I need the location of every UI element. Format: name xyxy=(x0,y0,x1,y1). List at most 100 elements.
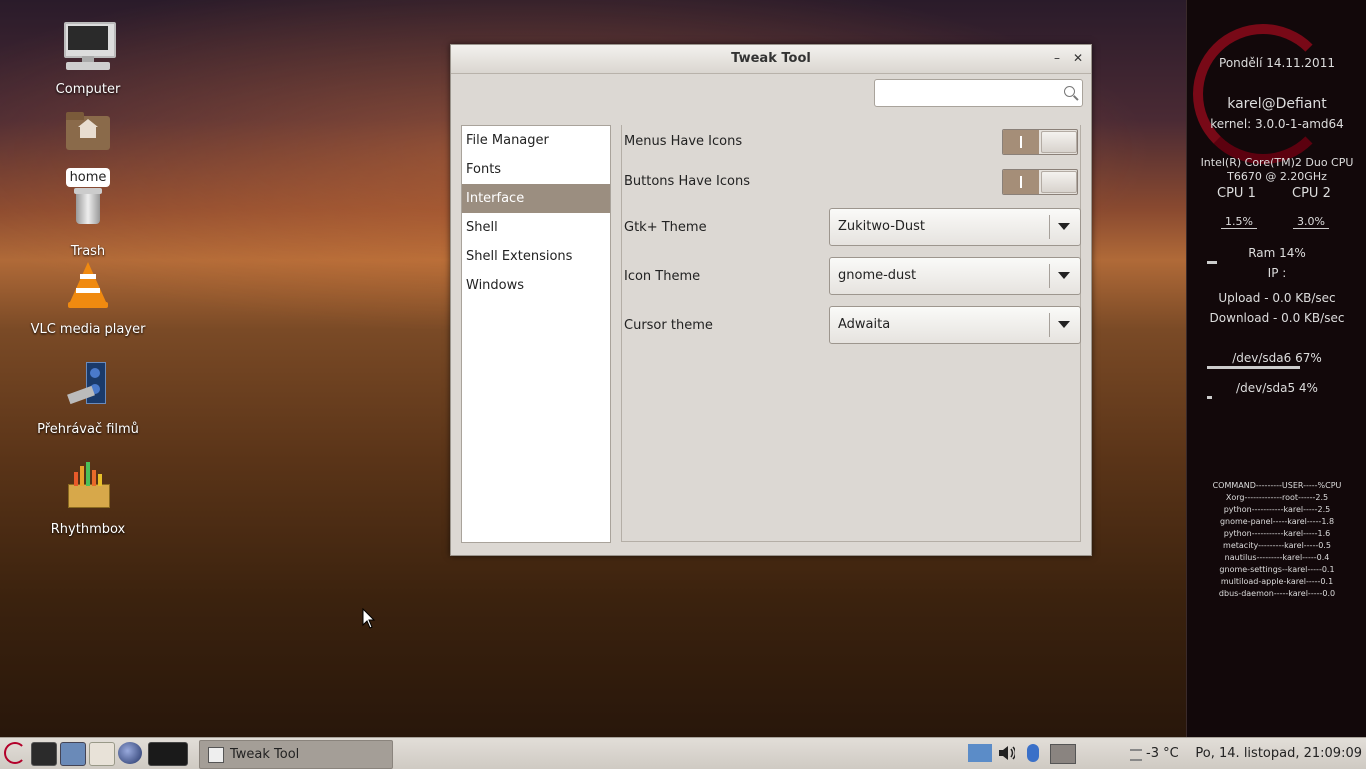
chevron-down-icon xyxy=(1058,321,1070,328)
desktop-icon-rhythmbox[interactable]: Rhythmbox xyxy=(18,462,158,539)
process-header: COMMAND---------USER-----%CPU xyxy=(1212,481,1342,490)
desktop-icon-computer[interactable]: Computer xyxy=(18,22,158,99)
minimize-button[interactable]: – xyxy=(1049,50,1065,66)
setting-row-menus-icons: Menus Have Icons xyxy=(624,129,1079,155)
desktop-icon-vlc[interactable]: VLC media player xyxy=(18,262,158,339)
taskbar-item-tweak-tool[interactable]: Tweak Tool xyxy=(199,740,393,769)
sidebar-item-shell[interactable]: Shell xyxy=(462,213,610,242)
sidebar-item-interface[interactable]: Interface xyxy=(462,184,610,213)
close-button[interactable]: ✕ xyxy=(1070,50,1086,66)
clock[interactable]: Po, 14. listopad, 21:09:09 xyxy=(1195,746,1362,761)
gtk-theme-value: Zukitwo-Dust xyxy=(838,219,926,234)
chevron-down-icon xyxy=(1058,272,1070,279)
mouse-pointer-icon xyxy=(362,608,376,629)
desktop-icon-home[interactable]: home xyxy=(18,110,158,187)
sda6-bar xyxy=(1207,366,1300,369)
conky-sda5: /dev/sda5 4% xyxy=(1236,381,1318,395)
desktop-icon-label: VLC media player xyxy=(30,322,146,337)
sda5-bar xyxy=(1207,396,1212,399)
system-monitor-icon[interactable] xyxy=(60,742,86,766)
debian-swirl-logo xyxy=(1193,24,1333,164)
icon-theme-value: gnome-dust xyxy=(838,268,917,283)
switch-knob xyxy=(1041,131,1077,153)
icon-theme-select[interactable]: gnome-dust xyxy=(829,257,1081,295)
workspace-switcher[interactable] xyxy=(148,742,188,766)
switch-knob xyxy=(1041,171,1077,193)
weather-icon[interactable] xyxy=(1130,749,1142,761)
gtk-theme-label: Gtk+ Theme xyxy=(624,220,707,235)
rhythmbox-icon xyxy=(62,462,114,514)
sidebar-item-file-manager[interactable]: File Manager xyxy=(462,126,610,155)
setting-row-cursor-theme: Cursor theme Adwaita xyxy=(624,306,1081,344)
gtk-theme-select[interactable]: Zukitwo-Dust xyxy=(829,208,1081,246)
buttons-icons-label: Buttons Have Icons xyxy=(624,174,750,189)
terminal-icon[interactable] xyxy=(31,742,57,766)
update-notifier-icon[interactable] xyxy=(968,744,992,762)
combo-separator xyxy=(1049,313,1050,337)
sidebar-item-shell-extensions[interactable]: Shell Extensions xyxy=(462,242,610,271)
trash-icon xyxy=(62,184,114,236)
search-icon[interactable] xyxy=(1064,86,1075,97)
computer-icon xyxy=(62,22,116,74)
menus-icons-switch[interactable] xyxy=(1002,129,1078,155)
cursor-theme-label: Cursor theme xyxy=(624,318,713,333)
chevron-down-icon xyxy=(1058,223,1070,230)
desktop-icon-label: Přehrávač filmů xyxy=(37,422,139,437)
process-row: dbus-daemon-----karel-----0.0 xyxy=(1218,589,1336,598)
combo-separator xyxy=(1049,264,1050,288)
setting-row-icon-theme: Icon Theme gnome-dust xyxy=(624,257,1081,295)
process-row: python-----------karel-----1.6 xyxy=(1223,529,1331,538)
window-titlebar[interactable]: Tweak Tool – ✕ xyxy=(451,45,1091,74)
process-row: python-----------karel-----2.5 xyxy=(1223,505,1331,514)
file-manager-icon[interactable] xyxy=(89,742,115,766)
icon-theme-label: Icon Theme xyxy=(624,269,701,284)
search-input[interactable] xyxy=(874,79,1083,107)
cursor-theme-value: Adwaita xyxy=(838,317,891,332)
process-row: metacity---------karel-----0.5 xyxy=(1223,541,1331,550)
web-browser-icon[interactable] xyxy=(118,742,142,764)
conky-ram: Ram 14% xyxy=(1248,246,1306,260)
conky-kernel: kernel: 3.0.0-1-amd64 xyxy=(1210,117,1344,131)
taskbar-item-label: Tweak Tool xyxy=(230,747,300,762)
sidebar-item-windows[interactable]: Windows xyxy=(462,271,610,300)
vlc-cone-icon xyxy=(62,262,114,314)
tweak-tool-window: Tweak Tool – ✕ File Manager Fonts Interf… xyxy=(450,44,1092,556)
network-icon[interactable] xyxy=(1050,744,1076,764)
category-sidebar: File Manager Fonts Interface Shell Shell… xyxy=(461,125,611,543)
conky-sda6: /dev/sda6 67% xyxy=(1232,351,1322,365)
conky-user: karel@Defiant xyxy=(1227,96,1327,112)
conky-cpu-model: Intel(R) Core(TM)2 Duo CPU xyxy=(1200,156,1354,169)
process-row: Xorg-------------root------2.5 xyxy=(1225,493,1329,502)
conky-ip: IP : xyxy=(1267,266,1287,280)
process-row: gnome-settings--karel-----0.1 xyxy=(1219,565,1335,574)
weather-temperature[interactable]: -3 °C xyxy=(1146,746,1179,761)
sidebar-item-fonts[interactable]: Fonts xyxy=(462,155,610,184)
desktop-icon-label: Computer xyxy=(55,82,121,97)
home-folder-icon xyxy=(62,110,114,162)
desktop-icon-totem[interactable]: Přehrávač filmů xyxy=(18,362,158,439)
cpu2-label: CPU 2 xyxy=(1292,186,1331,201)
conky-date: Pondělí 14.11.2011 xyxy=(1219,56,1335,70)
volume-icon[interactable] xyxy=(997,744,1015,762)
combo-separator xyxy=(1049,215,1050,239)
desktop-icon-trash[interactable]: Trash xyxy=(18,184,158,261)
cursor-theme-select[interactable]: Adwaita xyxy=(829,306,1081,344)
conky-cpu-model-2: T6670 @ 2.20GHz xyxy=(1227,170,1327,183)
desktop-icon-label: Rhythmbox xyxy=(50,522,126,537)
switch-on-state xyxy=(1003,170,1039,194)
conky-download: Download - 0.0 KB/sec xyxy=(1209,311,1345,325)
process-row: gnome-panel-----karel-----1.8 xyxy=(1219,517,1335,526)
bottom-panel: Tweak Tool -3 °C Po, 14. listopad, 21:09… xyxy=(0,737,1366,769)
buttons-icons-switch[interactable] xyxy=(1002,169,1078,195)
film-player-icon xyxy=(62,362,114,414)
debian-menu-icon[interactable] xyxy=(4,742,26,764)
cpu1-value: 1.5% xyxy=(1221,215,1257,229)
setting-row-buttons-icons: Buttons Have Icons xyxy=(624,169,1079,195)
cpu1-label: CPU 1 xyxy=(1217,186,1256,201)
bluetooth-icon[interactable] xyxy=(1027,744,1039,762)
process-row: multiload-apple-karel-----0.1 xyxy=(1220,577,1334,586)
switch-on-state xyxy=(1003,130,1039,154)
desktop-icon-label: Trash xyxy=(70,244,106,259)
cpu2-value: 3.0% xyxy=(1293,215,1329,229)
conky-upload: Upload - 0.0 KB/sec xyxy=(1218,291,1336,305)
